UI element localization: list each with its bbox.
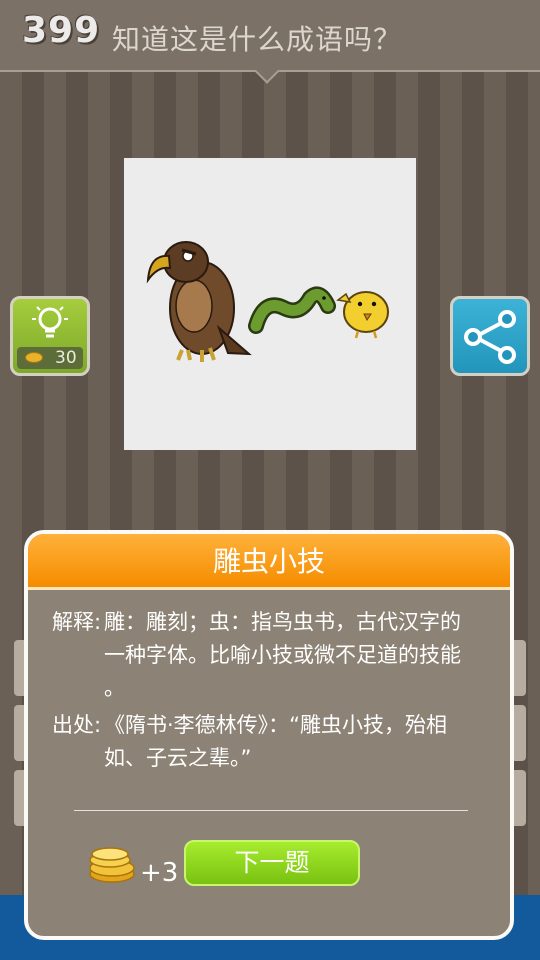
share-icon bbox=[464, 310, 516, 364]
source: 出处: 《隋书·李德林传》：“雕虫小技，殆相 如、子云之辈。” bbox=[52, 709, 486, 775]
coins-icon bbox=[89, 847, 135, 883]
puzzle-image bbox=[124, 158, 416, 450]
dialog-body: 解释: 雕：雕刻；虫：指鸟虫书，古代汉字的 一种字体。比喻小技或微不足道的技能 … bbox=[28, 590, 510, 775]
hint-cost-value: 30 bbox=[55, 348, 77, 368]
question-text: 知道这是什么成语吗？ bbox=[112, 23, 403, 56]
reward-amount: +3 bbox=[140, 858, 179, 888]
source-label: 出处: bbox=[52, 713, 102, 737]
source-line: 《隋书·李德林传》：“雕虫小技，殆相 bbox=[104, 713, 448, 737]
hint-button[interactable]: 30 bbox=[10, 296, 90, 376]
explanation-line: 雕：雕刻；虫：指鸟虫书，古代汉字的 bbox=[104, 610, 461, 634]
answer-dialog: 雕虫小技 解释: 雕：雕刻；虫：指鸟虫书，古代汉字的 一种字体。比喻小技或微不足… bbox=[24, 530, 514, 940]
divider bbox=[74, 810, 468, 811]
eagle-drawing bbox=[146, 241, 252, 362]
worm-drawing bbox=[248, 286, 336, 334]
lightbulb-icon bbox=[32, 306, 68, 338]
explanation-line: 。 bbox=[104, 676, 125, 700]
source-line: 如、子云之辈。” bbox=[104, 746, 252, 770]
explanation: 解释: 雕：雕刻；虫：指鸟虫书，古代汉字的 一种字体。比喻小技或微不足道的技能 … bbox=[52, 606, 486, 705]
hint-cost: 30 bbox=[17, 347, 83, 369]
explanation-label: 解释: bbox=[52, 610, 102, 634]
next-question-button[interactable]: 下一题 bbox=[184, 840, 360, 886]
level-number: 399 bbox=[22, 10, 101, 51]
share-button[interactable] bbox=[450, 296, 530, 376]
dialog-title: 雕虫小技 bbox=[28, 534, 510, 590]
reward: +3 bbox=[88, 844, 178, 888]
coin-icon bbox=[25, 352, 43, 363]
chick-drawing bbox=[336, 291, 389, 339]
explanation-line: 一种字体。比喻小技或微不足道的技能 bbox=[104, 643, 461, 667]
top-bar: 399 知道这是什么成语吗？ bbox=[0, 0, 540, 84]
